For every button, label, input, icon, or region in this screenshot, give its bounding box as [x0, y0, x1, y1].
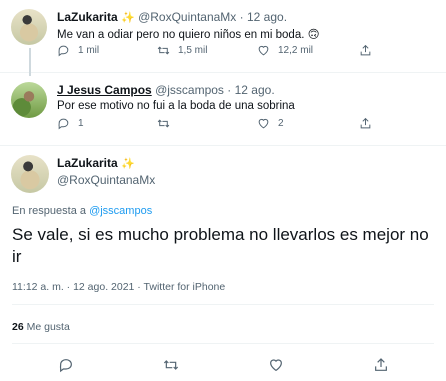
thread-line [29, 48, 31, 76]
reply-count: 1 mil [78, 44, 100, 56]
heart-icon [270, 359, 282, 372]
author-handle[interactable]: @RoxQuintanaMx [138, 10, 236, 24]
reply-context: En respuesta a @jsscampos [12, 205, 152, 217]
tweet-time[interactable]: · 12 ago. [227, 83, 274, 97]
retweet-button[interactable]: 1,5 mil [157, 44, 207, 57]
author-name[interactable]: LaZukarita [57, 156, 118, 170]
sparkles-icon: ✨ [121, 12, 135, 24]
likes-count: 26 [12, 321, 24, 333]
avatar[interactable] [11, 82, 47, 118]
retweet-count: 1,5 mil [178, 44, 208, 56]
tweet-text: Me van a odiar pero no quiero niños en m… [57, 29, 320, 41]
likes-label: Me gusta [26, 321, 70, 333]
tweet-text: Por ese motivo no fui a la boda de una s… [57, 100, 295, 112]
likes-summary[interactable]: 26 Me gusta [12, 321, 70, 333]
retweet-button[interactable] [157, 117, 178, 130]
avatar[interactable] [11, 9, 47, 45]
like-button[interactable]: 12,2 mil [257, 44, 313, 57]
share-button[interactable] [359, 44, 372, 57]
retweet-icon [157, 119, 170, 127]
reply-icon [58, 45, 69, 56]
share-button[interactable] [373, 357, 389, 378]
retweet-button[interactable] [163, 357, 179, 378]
like-count: 12,2 mil [278, 44, 314, 56]
like-button[interactable]: 2 [257, 117, 284, 130]
retweet-icon [163, 360, 179, 370]
tweet-timestamp[interactable]: 11:12 a. m. · 12 ago. 2021 · Twitter for… [12, 281, 225, 293]
heart-icon [258, 118, 269, 128]
avatar[interactable] [11, 155, 49, 193]
reply-prefix: En respuesta a [12, 205, 86, 217]
author-name[interactable]: J Jesus Campos [57, 83, 152, 97]
reply-to-link[interactable]: @jsscampos [89, 205, 152, 217]
reply-count: 1 [78, 117, 84, 129]
tweet-2[interactable]: J Jesus Campos @jsscampos · 12 ago. Por … [0, 73, 446, 146]
reply-icon [58, 118, 69, 129]
retweet-icon [157, 46, 170, 54]
like-count: 2 [278, 117, 284, 129]
reply-icon [59, 359, 72, 373]
share-icon [375, 358, 387, 371]
share-icon [360, 117, 371, 128]
sparkles-icon: ✨ [121, 158, 135, 170]
main-tweet-text: Se vale, si es mucho problema no llevarl… [12, 225, 429, 266]
heart-icon [258, 45, 269, 55]
share-icon [360, 44, 371, 55]
reply-button[interactable] [58, 357, 74, 378]
tweet-1[interactable]: LaZukarita ✨ @RoxQuintanaMx · 12 ago. Me… [0, 0, 446, 76]
reply-button[interactable]: 1 mil [57, 44, 99, 57]
like-button[interactable] [268, 357, 284, 378]
reply-button[interactable]: 1 [57, 117, 84, 130]
author-handle[interactable]: @RoxQuintanaMx [57, 173, 155, 187]
author-handle[interactable]: @jsscampos [155, 83, 224, 97]
share-button[interactable] [359, 117, 372, 130]
divider [12, 343, 434, 344]
tweet-time[interactable]: · 12 ago. [240, 10, 287, 24]
author-name[interactable]: LaZukarita [57, 10, 118, 24]
divider [12, 304, 434, 305]
